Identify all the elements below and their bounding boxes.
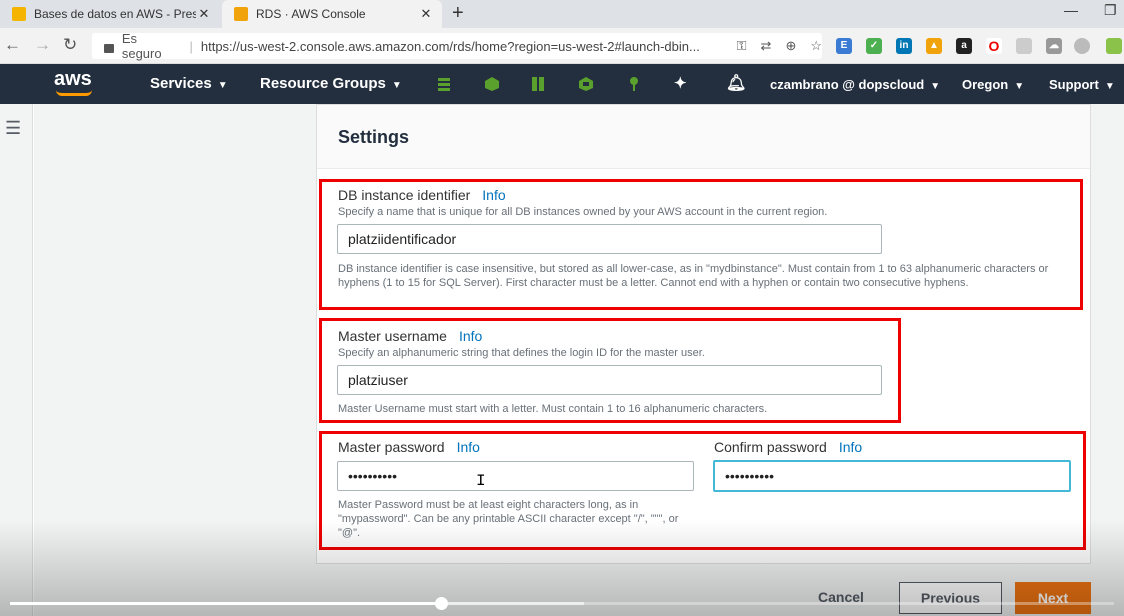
extension-icon[interactable] xyxy=(1074,38,1090,54)
pin-icon[interactable]: ✦ xyxy=(674,74,687,92)
settings-header: Settings xyxy=(317,105,1090,169)
settings-title: Settings xyxy=(338,127,410,147)
previous-button[interactable]: Previous xyxy=(899,582,1002,614)
account-menu[interactable]: czambrano @ dopscloud ▼ xyxy=(770,77,940,92)
db-identifier-input[interactable] xyxy=(337,224,882,254)
url-text[interactable]: https://us-west-2.console.aws.amazon.com… xyxy=(201,39,723,54)
browser-tab-strip: Bases de datos en AWS - Present ✕ RDS · … xyxy=(0,0,1124,28)
linkedin-icon[interactable]: in xyxy=(896,38,912,54)
left-sidebar: ☰ xyxy=(0,104,33,616)
confirm-password-label-text: Confirm password xyxy=(714,439,827,455)
extension-icon[interactable] xyxy=(1016,38,1032,54)
chevron-down-icon: ▼ xyxy=(217,80,228,91)
close-tab-icon[interactable]: ✕ xyxy=(196,6,212,22)
back-icon[interactable]: ← xyxy=(4,35,21,55)
hamburger-menu-icon[interactable]: ☰ xyxy=(5,118,21,139)
info-link[interactable]: Info xyxy=(839,439,862,455)
master-password-input[interactable] xyxy=(337,461,694,491)
aws-logo-smile-icon xyxy=(56,90,92,96)
zoom-icon[interactable]: ⊕ xyxy=(785,38,796,54)
video-progress-fill xyxy=(10,602,441,605)
forward-icon[interactable]: → xyxy=(34,35,51,55)
pinned-service-icon[interactable] xyxy=(578,76,594,92)
services-menu[interactable]: Services ▼ xyxy=(150,75,228,92)
close-tab-icon[interactable]: ✕ xyxy=(418,6,434,22)
restore-icon[interactable]: ❐ xyxy=(1104,2,1117,19)
extension-icon[interactable] xyxy=(1106,38,1122,54)
secure-label: Es seguro xyxy=(121,31,162,61)
extension-icon[interactable]: ☁ xyxy=(1046,38,1062,54)
extension-icon[interactable]: E xyxy=(836,38,852,54)
text-cursor-icon: I xyxy=(476,472,486,490)
extension-icon[interactable]: a xyxy=(956,38,972,54)
resource-groups-label: Resource Groups xyxy=(260,75,386,92)
aws-logo[interactable]: aws xyxy=(54,68,92,91)
services-label: Services xyxy=(150,75,212,92)
support-label: Support xyxy=(1049,77,1099,92)
db-identifier-label: DB instance identifier Info xyxy=(338,187,506,203)
chevron-down-icon: ▼ xyxy=(930,81,941,92)
master-username-description: Specify an alphanumeric string that defi… xyxy=(338,347,705,359)
master-password-label-text: Master password xyxy=(338,439,445,455)
info-link[interactable]: Info xyxy=(459,328,482,344)
next-button[interactable]: Next xyxy=(1015,582,1091,614)
chevron-down-icon: ▼ xyxy=(1014,81,1025,92)
bookmark-star-icon[interactable]: ☆ xyxy=(810,38,822,54)
tab-title: Bases de datos en AWS - Present xyxy=(34,7,196,21)
pinned-service-icon[interactable] xyxy=(436,76,452,92)
tab-title: RDS · AWS Console xyxy=(256,7,366,21)
slides-favicon-icon xyxy=(12,7,26,21)
info-link[interactable]: Info xyxy=(457,439,480,455)
master-username-help: Master Username must start with a letter… xyxy=(338,403,768,415)
extension-icon[interactable]: ▲ xyxy=(926,38,942,54)
aws-top-nav: aws Services ▼ Resource Groups ▼ ✦ 🔔︎ czam… xyxy=(0,64,1124,104)
bell-icon[interactable]: 🔔︎ xyxy=(726,73,746,93)
browser-tab-slides[interactable]: Bases de datos en AWS - Present ✕ xyxy=(0,0,220,28)
master-password-help: Master Password must be at least eight c… xyxy=(338,499,679,539)
new-tab-icon[interactable]: + xyxy=(452,2,464,25)
reload-icon[interactable]: ↻ xyxy=(63,35,77,55)
pinned-service-icon[interactable] xyxy=(484,76,500,92)
chevron-down-icon: ▼ xyxy=(1104,81,1115,92)
region-menu[interactable]: Oregon ▼ xyxy=(962,77,1024,92)
info-link[interactable]: Info xyxy=(482,187,505,203)
aws-favicon-icon xyxy=(234,7,248,21)
chevron-down-icon: ▼ xyxy=(391,80,402,91)
account-label: czambrano @ dopscloud xyxy=(770,77,925,92)
master-username-label: Master username Info xyxy=(338,328,482,344)
video-progress-bar[interactable] xyxy=(10,597,1114,610)
db-identifier-description: Specify a name that is unique for all DB… xyxy=(338,206,828,218)
address-bar-row: ← → ↻ Es seguro | https://us-west-2.cons… xyxy=(0,28,1124,64)
browser-tab-rds[interactable]: RDS · AWS Console ✕ xyxy=(222,0,442,28)
key-service-icon[interactable] xyxy=(626,76,642,92)
minimize-icon[interactable]: — xyxy=(1064,2,1078,18)
separator: | xyxy=(189,38,193,54)
region-label: Oregon xyxy=(962,77,1009,92)
address-bar[interactable]: Es seguro | https://us-west-2.console.aw… xyxy=(92,31,822,61)
resource-groups-menu[interactable]: Resource Groups ▼ xyxy=(260,75,402,92)
lock-icon xyxy=(104,43,114,53)
key-icon[interactable]: ⚿ xyxy=(737,38,747,54)
extension-icon[interactable]: ✓ xyxy=(866,38,882,54)
pinned-service-icon[interactable] xyxy=(530,76,546,92)
video-scrubber-handle[interactable] xyxy=(434,597,448,610)
translate-icon[interactable]: ⇄ xyxy=(761,38,772,54)
confirm-password-label: Confirm password Info xyxy=(714,439,862,455)
master-username-label-text: Master username xyxy=(338,328,447,344)
db-identifier-help: DB instance identifier is case insensiti… xyxy=(338,263,1049,289)
confirm-password-input[interactable] xyxy=(713,460,1071,492)
master-username-input[interactable] xyxy=(337,365,882,395)
master-password-label: Master password Info xyxy=(338,439,480,455)
db-identifier-label-text: DB instance identifier xyxy=(338,187,471,203)
opera-icon[interactable]: O xyxy=(986,38,1002,54)
support-menu[interactable]: Support ▼ xyxy=(1049,77,1115,92)
